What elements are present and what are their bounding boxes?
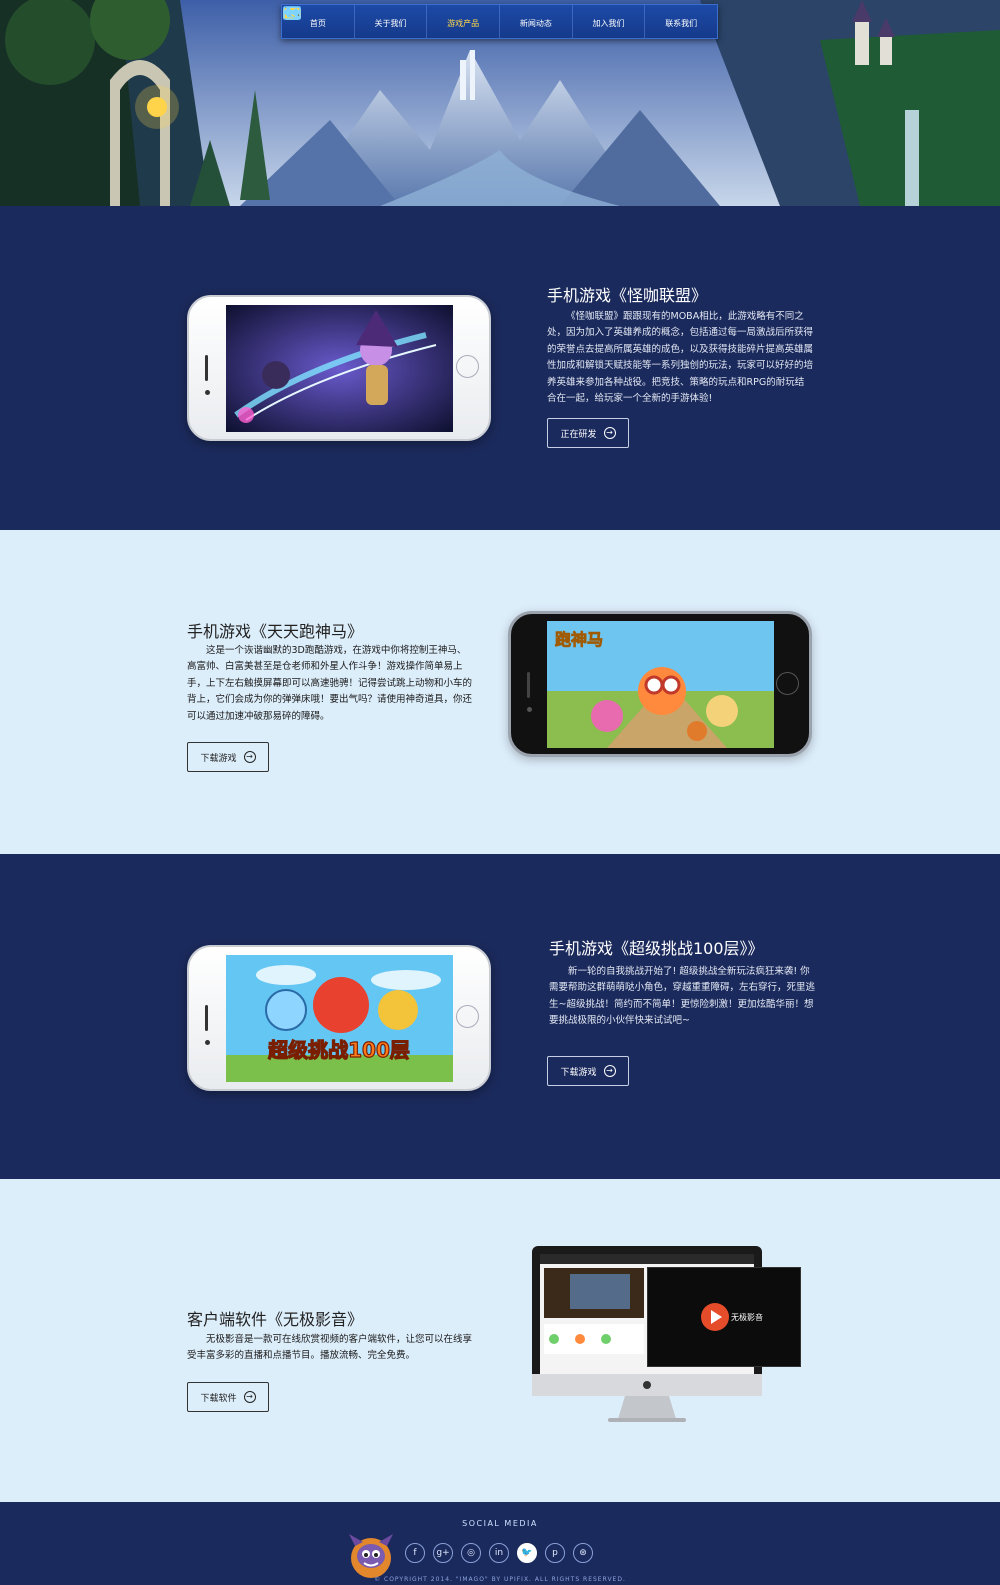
phone-camera bbox=[205, 1040, 210, 1045]
phone-speaker bbox=[205, 1005, 208, 1031]
pinterest-icon[interactable]: p bbox=[545, 1543, 565, 1563]
button-label: 下载游戏 bbox=[560, 1067, 597, 1078]
phone-camera bbox=[527, 707, 532, 712]
apple-logo-icon bbox=[643, 1381, 651, 1389]
product-section-4: 客户端软件《无极影音》 无极影音是一款可在线欣赏视频的客户端软件，让您可以在线享… bbox=[0, 1179, 1000, 1502]
phone-speaker bbox=[205, 355, 208, 381]
twitter-icon[interactable]: 🐦 bbox=[517, 1543, 537, 1563]
product-description: 无极影音是一款可在线欣赏视频的客户端软件，让您可以在线享受丰富多彩的直播和点播节… bbox=[187, 1334, 473, 1362]
product-section-1: 手机游戏《怪咖联盟》 《怪咖联盟》跟跟现有的MOBA相比，此游戏略有不同之处，因… bbox=[0, 206, 1000, 530]
product-section-2: 手机游戏《天天跑神马》 这是一个诙谐幽默的3D跑酷游戏，在游戏中你将控制王神马、… bbox=[0, 530, 1000, 854]
mascot-logo bbox=[349, 1534, 393, 1578]
dribbble-icon[interactable]: ⊛ bbox=[573, 1543, 593, 1563]
phone-mockup bbox=[187, 295, 491, 441]
arrow-circle-icon: → bbox=[603, 1065, 616, 1077]
instagram-icon[interactable]: ◎ bbox=[461, 1543, 481, 1563]
button-label: 下载软件 bbox=[200, 1393, 237, 1404]
nav-label: 首页 bbox=[309, 18, 326, 28]
arrow-circle-icon: → bbox=[243, 751, 256, 763]
phone-mockup: 跑神马 bbox=[508, 611, 812, 757]
phone-camera bbox=[205, 390, 210, 395]
product-title: 客户端软件《无极影音》 bbox=[187, 1310, 364, 1329]
google-plus-icon[interactable]: g+ bbox=[433, 1543, 453, 1563]
phone-home-button bbox=[456, 1005, 479, 1028]
phone-home-button bbox=[776, 672, 799, 695]
nav-label: 联系我们 bbox=[665, 18, 698, 28]
main-nav: 首页 关于我们 游戏产品 新闻动态 加入我们 联系我们 bbox=[281, 4, 718, 39]
footer: SOCIAL MEDIA f g+ ◎ in 🐦 p ⊛ © COPYRIGHT… bbox=[0, 1502, 1000, 1585]
product-title: 手机游戏《天天跑神马》 bbox=[187, 622, 364, 641]
hero-banner: 首页 关于我们 游戏产品 新闻动态 加入我们 联系我们 bbox=[0, 0, 1000, 206]
arrow-circle-icon: → bbox=[603, 427, 616, 439]
in-development-button[interactable]: 正在研发 → bbox=[547, 418, 629, 448]
nav-label: 关于我们 bbox=[374, 18, 407, 28]
nav-item-contact[interactable]: 联系我们 bbox=[286, 5, 717, 38]
product-title: 手机游戏《怪咖联盟》 bbox=[547, 286, 708, 305]
phone-speaker bbox=[527, 672, 530, 698]
game-screenshot: 超级挑战100层 bbox=[226, 955, 453, 1082]
nav-label: 加入我们 bbox=[592, 18, 625, 28]
product-section-3: 超级挑战100层 手机游戏《超级挑战100层》》 新一轮的自我挑战开始了! 超级… bbox=[0, 854, 1000, 1179]
download-software-button[interactable]: 下载软件 → bbox=[187, 1382, 269, 1412]
nav-item-about[interactable]: 关于我们 bbox=[285, 5, 428, 38]
nav-label: 游戏产品 bbox=[447, 18, 480, 28]
facebook-icon[interactable]: f bbox=[405, 1543, 425, 1563]
nav-item-join[interactable]: 加入我们 bbox=[283, 5, 646, 38]
phone-home-button bbox=[456, 355, 479, 378]
arrow-circle-icon: → bbox=[243, 1391, 256, 1403]
product-title: 手机游戏《超级挑战100层》》 bbox=[549, 939, 764, 958]
copyright-text: © COPYRIGHT 2014. "IMAGO" BY UPIFIX. ALL… bbox=[374, 1576, 626, 1583]
product-description: 新一轮的自我挑战开始了! 超级挑战全新玩法疯狂来袭! 你需要帮助这群萌萌哒小角色… bbox=[549, 966, 816, 1027]
download-game-button[interactable]: 下载游戏 → bbox=[187, 742, 269, 772]
product-description: 这是一个诙谐幽默的3D跑酷游戏，在游戏中你将控制王神马、高富帅、白富美甚至是仓老… bbox=[187, 645, 473, 722]
phone-icon bbox=[286, 7, 300, 20]
imac-mockup: 无极影音 bbox=[532, 1246, 801, 1422]
nav-item-news[interactable]: 新闻动态 bbox=[283, 5, 573, 38]
nav-item-games[interactable]: 游戏产品 bbox=[283, 5, 501, 38]
software-logo-text: 无极影音 bbox=[731, 1312, 763, 1322]
button-label: 正在研发 bbox=[560, 429, 597, 440]
button-label: 下载游戏 bbox=[200, 753, 237, 764]
game-screenshot bbox=[226, 305, 453, 432]
game-logo-text: 超级挑战100层 bbox=[267, 1038, 410, 1062]
social-media-heading: SOCIAL MEDIA bbox=[462, 1519, 538, 1528]
game-logo-text: 跑神马 bbox=[555, 630, 603, 649]
product-description: 《怪咖联盟》跟跟现有的MOBA相比，此游戏略有不同之处，因为加入了英雄养成的概念… bbox=[547, 311, 814, 405]
phone-mockup: 超级挑战100层 bbox=[187, 945, 491, 1091]
game-screenshot: 跑神马 bbox=[547, 621, 774, 748]
linkedin-icon[interactable]: in bbox=[489, 1543, 509, 1563]
download-game-button[interactable]: 下载游戏 → bbox=[547, 1056, 629, 1086]
nav-label: 新闻动态 bbox=[519, 18, 552, 28]
social-links: f g+ ◎ in 🐦 p ⊛ bbox=[405, 1543, 593, 1563]
